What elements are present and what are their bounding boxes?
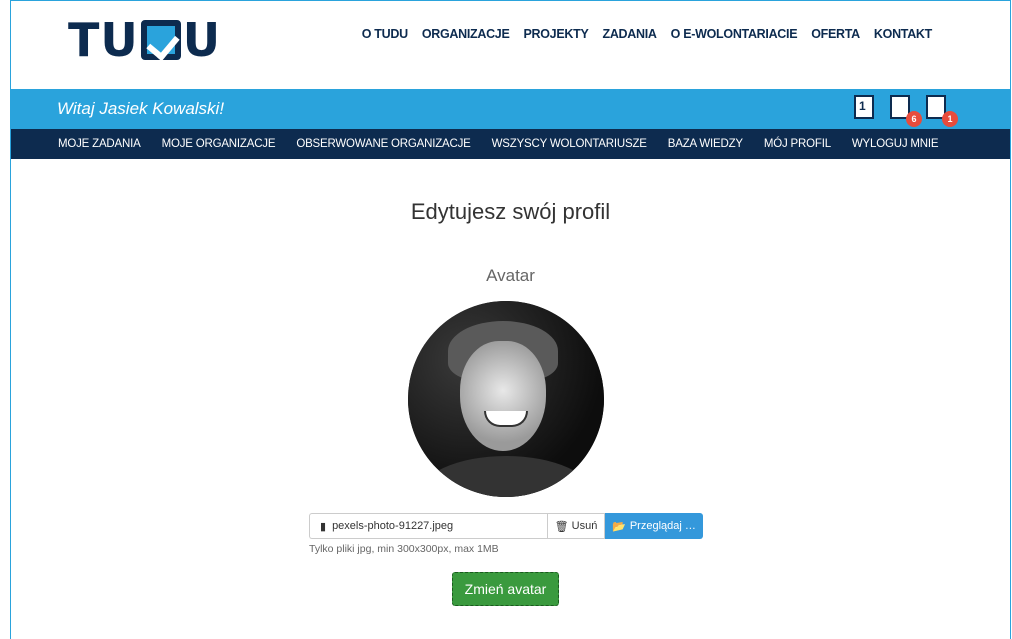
welcome-bar: Witaj Jasiek Kowalski! 1 6 1 <box>11 89 1010 129</box>
page-frame: TU U O TUDU ORGANIZACJE PROJEKTY ZADANIA… <box>10 0 1011 639</box>
folder-open-icon: 📂 <box>612 520 626 533</box>
file-name-text: pexels-photo-91227.jpeg <box>332 520 454 532</box>
logo-check-icon <box>140 20 181 60</box>
clipboard-icon[interactable]: 6 <box>888 95 922 127</box>
avatar-file-input: ▮ pexels-photo-91227.jpeg 🗑 Usuń 📂 Przeg… <box>309 513 703 539</box>
user-nav-wszyscy-wolontariusze[interactable]: WSZYSCY WOLONTARIUSZE <box>492 138 647 150</box>
user-nav-wyloguj-mnie[interactable]: WYLOGUJ MNIE <box>852 138 939 150</box>
avatar-image <box>408 301 604 497</box>
main-nav-o-e-wolontariacie[interactable]: O E-WOLONTARIACIE <box>671 27 798 41</box>
main-nav-kontakt[interactable]: KONTAKT <box>874 27 932 41</box>
clipboard-badge: 6 <box>906 111 922 127</box>
message-badge: 1 <box>942 111 958 127</box>
user-nav-moje-zadania[interactable]: MOJE ZADANIA <box>58 138 141 150</box>
browse-file-button[interactable]: 📂 Przeglądaj … <box>605 513 703 539</box>
file-name-field[interactable]: ▮ pexels-photo-91227.jpeg <box>309 513 547 539</box>
header-icons: 1 6 1 <box>852 95 958 127</box>
user-nav-obserwowane-organizacje[interactable]: OBSERWOWANE ORGANIZACJE <box>296 138 471 150</box>
avatar-face-shape <box>460 341 546 451</box>
calendar-icon[interactable]: 1 <box>852 95 878 121</box>
welcome-text: Witaj Jasiek Kowalski! <box>57 99 225 118</box>
calendar-icon-number: 1 <box>859 99 866 113</box>
main-nav-o-tudu[interactable]: O TUDU <box>362 27 408 41</box>
remove-file-label: Usuń <box>571 520 598 532</box>
page-title: Edytujesz swój profil <box>410 199 611 224</box>
logo-text-left: TU <box>68 13 139 67</box>
main-nav-oferta[interactable]: OFERTA <box>811 27 860 41</box>
logo-text-right: U <box>182 13 222 67</box>
remove-file-button[interactable]: 🗑 Usuń <box>547 513 605 539</box>
avatar-section-title: Avatar <box>486 266 535 285</box>
user-nav-baza-wiedzy[interactable]: BAZA WIEDZY <box>668 138 743 150</box>
main-nav: O TUDU ORGANIZACJE PROJEKTY ZADANIA O E-… <box>362 27 933 41</box>
trash-icon: 🗑 <box>554 520 569 533</box>
user-nav-moje-organizacje[interactable]: MOJE ORGANIZACJE <box>162 138 276 150</box>
file-hint: Tylko pliki jpg, min 300x300px, max 1MB <box>309 543 499 555</box>
main-nav-organizacje[interactable]: ORGANIZACJE <box>422 27 510 41</box>
main-nav-zadania[interactable]: ZADANIA <box>602 27 656 41</box>
change-avatar-button[interactable]: Zmień avatar <box>452 572 559 606</box>
main-nav-projekty[interactable]: PROJEKTY <box>524 27 589 41</box>
browse-file-label: Przeglądaj … <box>629 520 696 532</box>
top-header: TU U O TUDU ORGANIZACJE PROJEKTY ZADANIA… <box>11 1 1010 89</box>
file-icon: ▮ <box>320 520 327 533</box>
user-nav-moj-profil[interactable]: MÓJ PROFIL <box>764 138 831 150</box>
message-icon[interactable]: 1 <box>924 95 958 127</box>
logo[interactable]: TU U <box>68 13 222 67</box>
user-nav: MOJE ZADANIA MOJE ORGANIZACJE OBSERWOWAN… <box>11 129 1010 159</box>
